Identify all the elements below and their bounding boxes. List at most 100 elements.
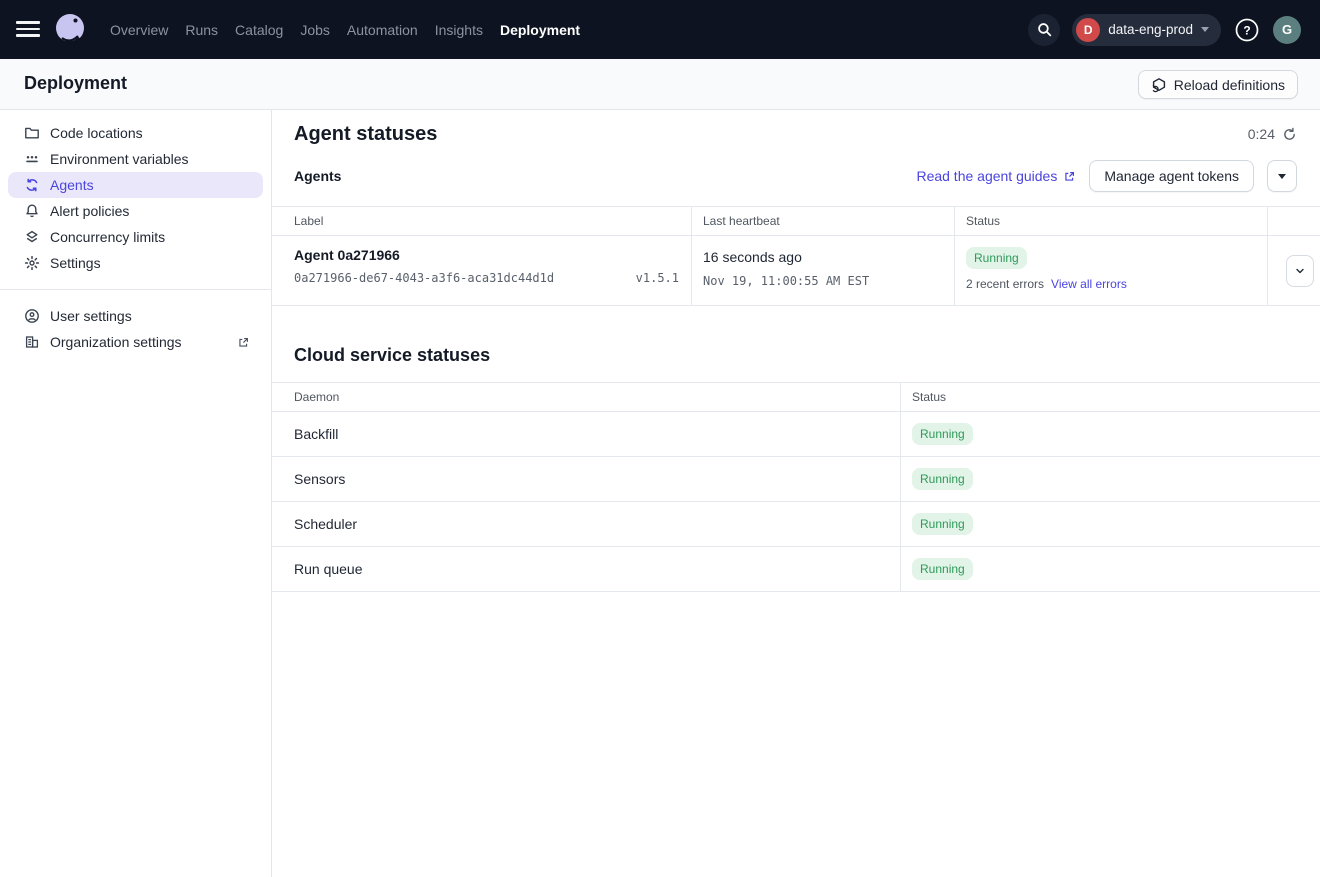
status-badge: Running: [912, 423, 973, 445]
deployment-name: data-eng-prod: [1108, 22, 1193, 37]
daemon-status-cell: Running: [901, 412, 1320, 457]
cloud-service-statuses-title: Cloud service statuses: [294, 345, 490, 366]
folder-icon: [24, 125, 40, 141]
sidebar-item-user-settings[interactable]: User settings: [8, 303, 263, 329]
column-header-label: Label: [272, 206, 692, 236]
agent-guides-link-label: Read the agent guides: [916, 168, 1057, 184]
sidebar-item-label: Environment variables: [50, 151, 189, 167]
hamburger-menu-icon[interactable]: [16, 17, 42, 41]
column-header-daemon: Daemon: [272, 382, 901, 412]
primary-nav: Overview Runs Catalog Jobs Automation In…: [110, 0, 580, 59]
agent-cycle-icon: [24, 177, 40, 193]
agent-version: v1.5.1: [636, 271, 679, 285]
external-link-icon: [237, 336, 250, 349]
expand-agent-row-button[interactable]: [1286, 255, 1314, 287]
reload-definitions-icon: [1151, 77, 1167, 93]
agent-heartbeat-cell: 16 seconds ago Nov 19, 11:00:55 AM EST: [692, 236, 955, 306]
user-avatar[interactable]: G: [1273, 16, 1301, 44]
external-link-icon: [1063, 170, 1076, 183]
page-title: Deployment: [24, 73, 127, 94]
daemon-name: Backfill: [272, 412, 901, 457]
reload-definitions-button[interactable]: Reload definitions: [1138, 70, 1298, 99]
nav-item-runs[interactable]: Runs: [185, 22, 218, 38]
sidebar-item-label: User settings: [50, 308, 132, 324]
agents-section-label: Agents: [294, 168, 341, 184]
sidebar-item-settings[interactable]: Settings: [8, 250, 263, 276]
column-header-actions: [1268, 206, 1320, 236]
sidebar-divider: [0, 289, 271, 290]
sidebar-item-concurrency-limits[interactable]: Concurrency limits: [8, 224, 263, 250]
agent-guides-link[interactable]: Read the agent guides: [916, 168, 1076, 184]
agent-name: Agent 0a271966: [294, 247, 691, 263]
daemon-name: Scheduler: [272, 502, 901, 547]
nav-item-overview[interactable]: Overview: [110, 22, 168, 38]
daemon-status-cell: Running: [901, 547, 1320, 592]
chevron-down-icon: [1201, 27, 1209, 32]
sidebar-item-agents[interactable]: Agents: [8, 172, 263, 198]
top-nav-right: D data-eng-prod ? G: [1028, 0, 1301, 59]
manage-agent-tokens-button[interactable]: Manage agent tokens: [1089, 160, 1254, 192]
agent-id: 0a271966-de67-4043-a3f6-aca31dc44d1d: [294, 271, 554, 285]
view-all-errors-link[interactable]: View all errors: [1051, 277, 1127, 291]
building-icon: [24, 334, 40, 350]
column-header-status: Status: [955, 206, 1268, 236]
sidebar-item-label: Settings: [50, 255, 101, 271]
agent-label-cell: Agent 0a271966 0a271966-de67-4043-a3f6-a…: [272, 236, 692, 306]
reload-definitions-label: Reload definitions: [1174, 77, 1285, 93]
main-content: Agent statuses 0:24 Agents Read the agen…: [272, 110, 1320, 877]
daemon-name: Run queue: [272, 547, 901, 592]
nav-item-automation[interactable]: Automation: [347, 22, 418, 38]
deployment-switcher[interactable]: D data-eng-prod: [1072, 14, 1221, 46]
chevron-down-icon: [1294, 265, 1306, 277]
agent-statuses-title: Agent statuses: [294, 123, 437, 146]
question-icon: ?: [1234, 17, 1260, 43]
daemon-status-cell: Running: [901, 502, 1320, 547]
sidebar-item-environment-variables[interactable]: Environment variables: [8, 146, 263, 172]
caret-down-icon: [1278, 174, 1286, 179]
column-header-status: Status: [901, 382, 1320, 412]
env-variables-icon: [24, 151, 40, 167]
dagster-logo-icon[interactable]: [52, 11, 88, 47]
layers-icon: [24, 229, 40, 245]
heartbeat-relative: 16 seconds ago: [703, 249, 954, 265]
bell-icon: [24, 203, 40, 219]
status-badge: Running: [912, 513, 973, 535]
page-header: Deployment Reload definitions: [0, 59, 1320, 110]
sidebar-item-label: Alert policies: [50, 203, 129, 219]
search-icon: [1036, 21, 1053, 38]
deployment-sidebar: Code locations Environment variables Age…: [0, 110, 272, 877]
refresh-icon: [1282, 127, 1297, 142]
top-nav: Overview Runs Catalog Jobs Automation In…: [0, 0, 1320, 59]
sidebar-item-code-locations[interactable]: Code locations: [8, 120, 263, 146]
gear-icon: [24, 255, 40, 271]
column-header-last-heartbeat: Last heartbeat: [692, 206, 955, 236]
status-badge: Running: [912, 558, 973, 580]
sidebar-item-label: Code locations: [50, 125, 143, 141]
agents-table: Label Last heartbeat Status Agent 0a2719…: [272, 206, 1320, 306]
nav-item-deployment[interactable]: Deployment: [500, 22, 580, 38]
nav-item-jobs[interactable]: Jobs: [300, 22, 330, 38]
search-button[interactable]: [1028, 14, 1060, 46]
sidebar-item-alert-policies[interactable]: Alert policies: [8, 198, 263, 224]
daemon-status-cell: Running: [901, 457, 1320, 502]
heartbeat-timestamp: Nov 19, 11:00:55 AM EST: [703, 274, 954, 288]
agents-section-bar: Agents Read the agent guides Manage agen…: [294, 160, 1297, 192]
deployment-initial-badge: D: [1076, 18, 1100, 42]
sidebar-item-label: Concurrency limits: [50, 229, 165, 245]
nav-item-insights[interactable]: Insights: [435, 22, 483, 38]
user-circle-icon: [24, 308, 40, 324]
countdown-value: 0:24: [1248, 126, 1275, 142]
svg-text:?: ?: [1243, 23, 1250, 37]
status-badge: Running: [912, 468, 973, 490]
agent-actions-dropdown-button[interactable]: [1267, 160, 1297, 192]
sidebar-item-label: Organization settings: [50, 334, 182, 350]
daemon-name: Sensors: [272, 457, 901, 502]
nav-item-catalog[interactable]: Catalog: [235, 22, 283, 38]
help-button[interactable]: ?: [1233, 16, 1261, 44]
recent-errors-count: 2 recent errors: [966, 277, 1044, 291]
status-badge: Running: [966, 247, 1027, 269]
agent-expand-cell: [1268, 236, 1320, 306]
sidebar-item-label: Agents: [50, 177, 94, 193]
refresh-countdown[interactable]: 0:24: [1248, 126, 1297, 142]
sidebar-item-organization-settings[interactable]: Organization settings: [8, 329, 263, 355]
